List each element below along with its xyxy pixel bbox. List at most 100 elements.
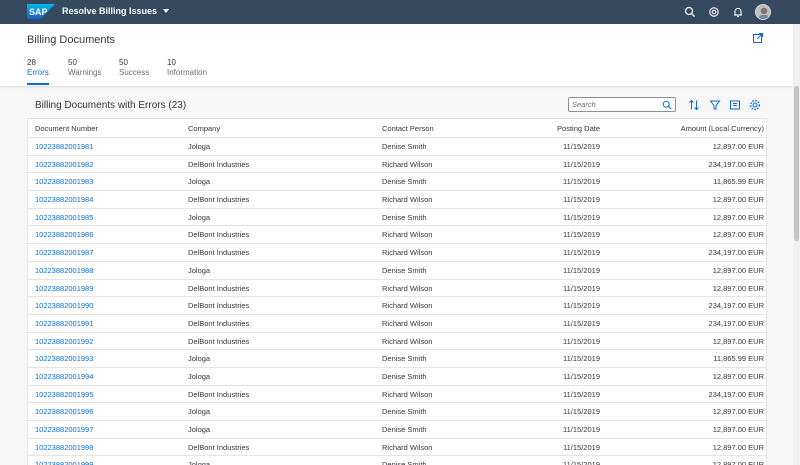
company-cell: DelBont Industries bbox=[188, 389, 250, 399]
tab-warnings-count: 50 bbox=[68, 58, 77, 67]
document-number-link[interactable]: 10223882001981 bbox=[35, 142, 93, 151]
amount-cell: 12,897.00 EUR bbox=[712, 442, 764, 452]
sap-logo[interactable]: SAP bbox=[27, 4, 55, 19]
app-title-menu[interactable]: Resolve Billing Issues bbox=[62, 6, 170, 16]
document-number-link[interactable]: 10223882001983 bbox=[35, 177, 93, 186]
posting-date-cell: 11/15/2019 bbox=[563, 318, 600, 328]
amount-cell: 11,865.99 EUR bbox=[713, 177, 764, 187]
table-row[interactable]: 10223882001983 Jologa Denise Smith 11/15/20… bbox=[28, 173, 766, 192]
document-number-link[interactable]: 10223882001999 bbox=[35, 460, 93, 465]
company-cell: Jologa bbox=[188, 460, 211, 465]
table-row[interactable]: 10223882001991 DelBont Industries Richard … bbox=[28, 315, 766, 333]
table-row[interactable]: 10223882001997 Jologa Denise Smith 11/15/20… bbox=[28, 421, 766, 439]
column-header-posting-date[interactable]: Posting Date bbox=[557, 124, 600, 133]
contact-person-cell: Denise Smith bbox=[382, 212, 427, 222]
company-cell: Jologa bbox=[188, 212, 211, 222]
co-pilot-icon[interactable] bbox=[707, 5, 721, 19]
contact-person-cell: Denise Smith bbox=[382, 407, 427, 417]
billing-documents-table: Document Number Company Contact Person P… bbox=[27, 118, 767, 465]
table-row[interactable]: 10223882001982 DelBont Industries Richard … bbox=[28, 156, 766, 174]
tab-errors[interactable]: 28 Errors bbox=[27, 58, 49, 78]
page-title: Billing Documents bbox=[27, 34, 116, 46]
contact-person-cell: Richard Wilson bbox=[382, 389, 433, 399]
sort-icon[interactable] bbox=[687, 98, 701, 112]
table-row[interactable]: 10223882001988 Jologa Denise Smith 11/15/20… bbox=[28, 262, 766, 280]
document-number-link[interactable]: 10223882001998 bbox=[35, 443, 93, 452]
column-header-company[interactable]: Company bbox=[188, 124, 220, 133]
page-scrollbar[interactable] bbox=[793, 24, 800, 465]
table-title: Billing Documents with Errors (23) bbox=[35, 100, 187, 111]
posting-date-cell: 11/15/2019 bbox=[563, 336, 600, 346]
amount-cell: 11,865.99 EUR bbox=[713, 354, 764, 364]
document-number-link[interactable]: 10223882001991 bbox=[35, 319, 93, 328]
column-header-amount[interactable]: Amount (Local Currency) bbox=[681, 124, 764, 133]
contact-person-cell: Richard Wilson bbox=[382, 248, 433, 258]
tab-success[interactable]: 50 Success bbox=[119, 58, 149, 78]
document-number-link[interactable]: 10223882001997 bbox=[35, 425, 93, 434]
tab-information-label: Information bbox=[167, 68, 208, 77]
table-row[interactable]: 10223882001986 DelBont Industries Richard … bbox=[28, 226, 766, 245]
avatar[interactable] bbox=[755, 4, 771, 20]
column-header-contact-person[interactable]: Contact Person bbox=[382, 124, 434, 133]
tab-information-count: 10 bbox=[167, 58, 176, 67]
document-number-link[interactable]: 10223882001984 bbox=[35, 195, 93, 204]
document-number-link[interactable]: 10223882001993 bbox=[35, 354, 93, 363]
table-row[interactable]: 10223882001987 DelBont Industries Richard … bbox=[28, 244, 766, 262]
posting-date-cell: 11/15/2019 bbox=[563, 460, 600, 465]
search-field[interactable] bbox=[568, 97, 676, 112]
document-number-link[interactable]: 10223882001987 bbox=[35, 248, 93, 257]
company-cell: DelBont Industries bbox=[188, 336, 250, 346]
search-icon[interactable] bbox=[683, 5, 697, 19]
company-cell: Jologa bbox=[188, 354, 211, 364]
document-number-link[interactable]: 10223882001988 bbox=[35, 266, 93, 275]
tab-warnings-label: Warnings bbox=[68, 68, 102, 77]
group-icon[interactable] bbox=[728, 98, 742, 112]
amount-cell: 234,197.00 EUR bbox=[708, 389, 764, 399]
posting-date-cell: 11/15/2019 bbox=[563, 283, 600, 293]
table-row[interactable]: 10223882001998 DelBont Industries Richard … bbox=[28, 439, 766, 457]
amount-cell: 234,197.00 EUR bbox=[708, 159, 764, 169]
column-header-document-number[interactable]: Document Number bbox=[35, 124, 98, 133]
table-row[interactable]: 10223882001989 DelBont Industries Richard … bbox=[28, 280, 766, 298]
table-row[interactable]: 10223882001995 DelBont Industries Richard … bbox=[28, 386, 766, 404]
document-number-link[interactable]: 10223882001995 bbox=[35, 390, 93, 399]
search-icon[interactable] bbox=[662, 100, 672, 110]
document-number-link[interactable]: 10223882001996 bbox=[35, 407, 93, 416]
document-number-link[interactable]: 10223882001989 bbox=[35, 284, 93, 293]
scrollbar-thumb[interactable] bbox=[794, 86, 799, 241]
amount-cell: 12,897.00 EUR bbox=[712, 283, 764, 293]
object-header: Billing Documents 28 Errors 50 Warnings … bbox=[0, 24, 800, 86]
table-row[interactable]: 10223882001992 DelBont Industries Richard … bbox=[28, 333, 766, 351]
document-number-link[interactable]: 10223882001990 bbox=[35, 301, 93, 310]
contact-person-cell: Richard Wilson bbox=[382, 442, 433, 452]
table-row[interactable]: 10223882001990 DelBont Industries Richard … bbox=[28, 297, 766, 315]
notification-bell-icon[interactable] bbox=[731, 5, 745, 19]
table-row[interactable]: 10223882001996 Jologa Denise Smith 11/15/20… bbox=[28, 403, 766, 421]
table-row[interactable]: 10223882001994 Jologa Denise Smith 11/15/20… bbox=[28, 368, 766, 386]
posting-date-cell: 11/15/2019 bbox=[563, 442, 600, 452]
document-number-link[interactable]: 10223882001992 bbox=[35, 337, 93, 346]
tab-warnings[interactable]: 50 Warnings bbox=[68, 58, 102, 78]
posting-date-cell: 11/15/2019 bbox=[563, 159, 600, 169]
share-icon[interactable] bbox=[752, 32, 764, 44]
document-number-link[interactable]: 10223882001982 bbox=[35, 160, 93, 169]
contact-person-cell: Richard Wilson bbox=[382, 159, 433, 169]
filter-icon[interactable] bbox=[708, 98, 722, 112]
tab-information[interactable]: 10 Information bbox=[167, 58, 207, 78]
company-cell: Jologa bbox=[188, 265, 211, 275]
table-row[interactable]: 10223882001993 Jologa Denise Smith 11/15/20… bbox=[28, 350, 766, 368]
table-row[interactable]: 10223882001981 Jologa Denise Smith 11/15/20… bbox=[28, 138, 766, 156]
document-number-link[interactable]: 10223882001986 bbox=[35, 230, 93, 239]
table-row[interactable]: 10223882001984 DelBont Industries Richard … bbox=[28, 191, 766, 209]
document-number-link[interactable]: 10223882001985 bbox=[35, 213, 93, 222]
table-row[interactable]: 10223882001999 Jologa Denise Smith 11/15/20… bbox=[28, 456, 766, 465]
tab-success-count: 50 bbox=[119, 58, 128, 67]
company-cell: DelBont Industries bbox=[188, 195, 250, 205]
posting-date-cell: 11/15/2019 bbox=[563, 212, 600, 222]
search-input[interactable] bbox=[572, 99, 660, 110]
document-number-link[interactable]: 10223882001994 bbox=[35, 372, 93, 381]
contact-person-cell: Denise Smith bbox=[382, 425, 427, 434]
settings-icon[interactable] bbox=[748, 98, 762, 112]
table-row[interactable]: 10223882001985 Jologa Denise Smith 11/15/20… bbox=[28, 209, 766, 227]
posting-date-cell: 11/15/2019 bbox=[563, 177, 600, 187]
